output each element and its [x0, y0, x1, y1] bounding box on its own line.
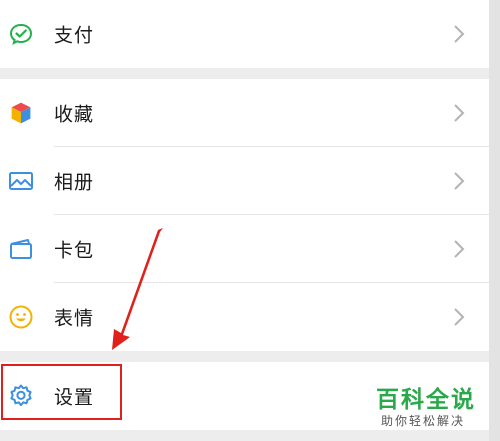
menu-item-label: 卡包	[54, 239, 95, 262]
menu-item-label: 支付	[54, 24, 95, 47]
chevron-right-icon	[452, 23, 466, 45]
card-wallet-icon	[8, 236, 34, 262]
menu-item-favorites[interactable]: 收藏	[0, 79, 489, 147]
menu-item-label: 收藏	[54, 103, 95, 126]
scrollbar-track	[489, 0, 500, 441]
watermark-logo: 百科全说 助你轻松解决	[370, 372, 490, 434]
menu-item-cards[interactable]: 卡包	[0, 215, 489, 283]
wechat-pay-icon	[8, 21, 34, 47]
highlight-box	[1, 364, 122, 420]
menu-item-pay[interactable]: 支付	[0, 0, 489, 68]
menu-item-stickers[interactable]: 表情	[0, 283, 489, 351]
watermark-title: 百科全说	[376, 387, 476, 413]
menu-item-label: 表情	[54, 307, 95, 330]
image-icon	[8, 168, 34, 194]
chevron-right-icon	[452, 238, 466, 260]
cube-icon	[8, 100, 34, 126]
smiley-icon	[8, 304, 34, 330]
watermark-subtitle: 助你轻松解决	[381, 414, 466, 428]
pay-group: 支付	[0, 0, 489, 68]
chevron-right-icon	[452, 170, 466, 192]
chevron-right-icon	[452, 306, 466, 328]
wechat-me-page: 支付 收藏 相册 卡包 表情 设置 百科全说 助你轻松解决	[0, 0, 500, 441]
menu-item-album[interactable]: 相册	[0, 147, 489, 215]
menu-item-label: 相册	[54, 171, 95, 194]
chevron-right-icon	[452, 102, 466, 124]
features-group: 收藏 相册 卡包 表情	[0, 79, 489, 351]
